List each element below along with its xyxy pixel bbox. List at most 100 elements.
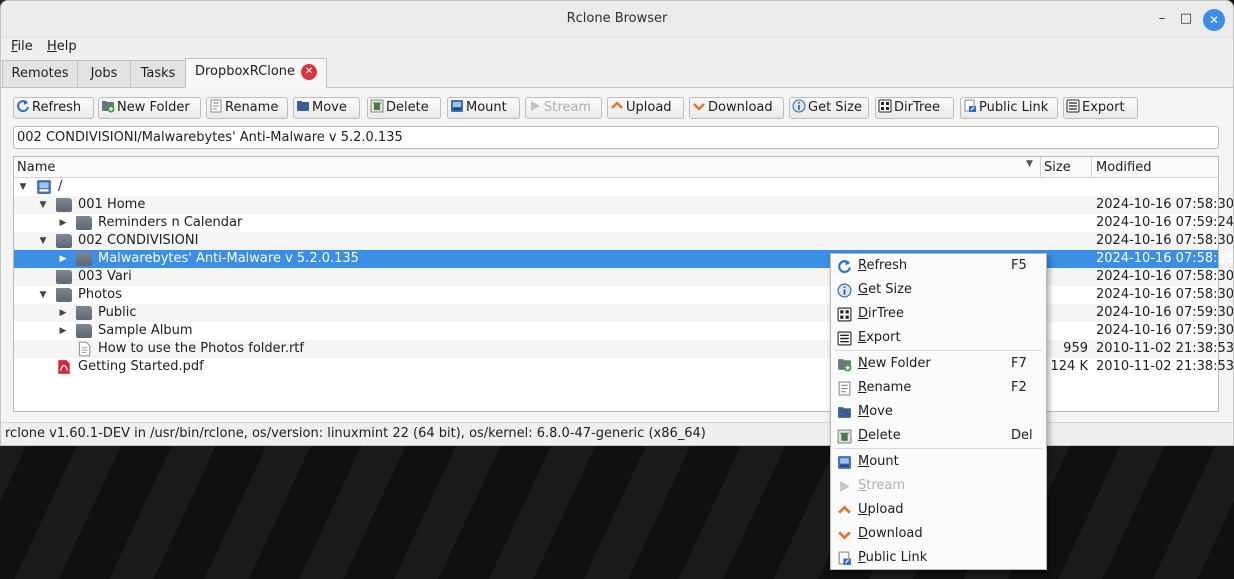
- column-divider: [1040, 157, 1041, 177]
- context-item-export[interactable]: Export: [831, 326, 1046, 350]
- context-item-public-link[interactable]: Public Link: [831, 546, 1046, 570]
- collapse-arrow-icon[interactable]: ▼: [18, 178, 28, 196]
- tab-jobs[interactable]: Jobs: [77, 60, 131, 87]
- delete-button-label: Delete: [386, 100, 429, 115]
- minimize-icon[interactable]: –: [1151, 9, 1173, 31]
- upload-button-label: Upload: [626, 100, 672, 115]
- tab-remotes[interactable]: Remotes: [2, 60, 78, 87]
- folder-icon: [56, 198, 72, 212]
- column-divider: [1091, 157, 1092, 177]
- row-name: 003 Vari: [78, 269, 132, 284]
- collapse-arrow-icon[interactable]: ▼: [38, 286, 48, 304]
- tab-tasks[interactable]: Tasks: [130, 60, 186, 87]
- row-name: Public: [98, 305, 137, 320]
- column-name[interactable]: Name: [17, 160, 55, 175]
- pdf-icon: [56, 359, 72, 374]
- context-item-label: Export: [858, 330, 901, 345]
- context-item-move[interactable]: Move: [831, 400, 1046, 424]
- context-item-label: New Folder: [858, 356, 931, 371]
- tab-dropboxrclone-label: DropboxRClone: [194, 64, 296, 79]
- path-field[interactable]: 002 CONDIVISIONI/Malwarebytes' Anti-Malw…: [13, 126, 1219, 149]
- dirtree-icon: [878, 99, 892, 113]
- rename-button[interactable]: Rename: [206, 97, 288, 119]
- dirtree-button[interactable]: DirTree: [875, 97, 954, 119]
- mount-icon: [837, 455, 852, 470]
- export-button-label: Export: [1082, 100, 1125, 115]
- row-name: 002 CONDIVISIONI: [78, 233, 199, 248]
- collapse-arrow-icon[interactable]: ▼: [38, 232, 48, 250]
- maximize-icon[interactable]: □: [1175, 9, 1197, 31]
- context-item-get-size[interactable]: Get Size: [831, 278, 1046, 302]
- tree-row[interactable]: ▼ 002 CONDIVISIONI 2024-10-16 07:58:30: [14, 232, 1233, 250]
- row-modified: 2024-10-16 07:58:58: [1096, 251, 1234, 266]
- context-item-delete[interactable]: Delete Del: [831, 424, 1046, 448]
- row-name: Sample Album: [98, 323, 193, 338]
- row-modified: 2024-10-16 07:59:30: [1096, 323, 1234, 338]
- context-item-label: Public Link: [858, 550, 928, 565]
- row-modified: 2010-11-02 21:38:53: [1096, 359, 1234, 374]
- upload-button[interactable]: Upload: [607, 97, 684, 119]
- tab-bar: Remotes Jobs Tasks DropboxRClone ✕: [1, 57, 1233, 88]
- folder-icon: [76, 324, 92, 338]
- menu-bar: File Help: [1, 37, 1233, 57]
- row-modified: 2024-10-16 07:58:30: [1096, 233, 1234, 248]
- menu-separator: [835, 350, 1042, 351]
- context-item-mount[interactable]: Mount: [831, 450, 1046, 474]
- title-bar: Rclone Browser – □ ✕: [1, 1, 1233, 38]
- close-tab-icon[interactable]: ✕: [301, 63, 318, 80]
- expand-arrow-icon[interactable]: ▶: [58, 250, 68, 268]
- sort-down-icon[interactable]: ▼: [1026, 159, 1033, 169]
- tree-row[interactable]: ▶ Reminders n Calendar 2024-10-16 07:59:24: [14, 214, 1233, 232]
- context-item-stream[interactable]: Stream: [831, 474, 1046, 498]
- new-folder-icon: [101, 99, 115, 113]
- context-item-dirtree[interactable]: DirTree: [831, 302, 1046, 326]
- rename-icon: [209, 99, 223, 113]
- stream-button[interactable]: Stream: [525, 97, 602, 119]
- context-item-shortcut: F2: [1011, 380, 1027, 395]
- close-window-icon[interactable]: ✕: [1203, 9, 1225, 31]
- new-folder-button[interactable]: New Folder: [98, 97, 201, 119]
- folder-icon: [76, 306, 92, 320]
- stream-icon: [528, 99, 542, 113]
- menu-file[interactable]: File: [11, 39, 33, 54]
- context-item-upload[interactable]: Upload: [831, 498, 1046, 522]
- context-item-download[interactable]: Download: [831, 522, 1046, 546]
- public-link-button[interactable]: Public Link: [960, 97, 1058, 119]
- tab-dropboxrclone[interactable]: DropboxRClone ✕: [185, 58, 327, 88]
- refresh-icon: [16, 99, 30, 113]
- get-size-button[interactable]: Get Size: [789, 97, 869, 119]
- expand-arrow-icon[interactable]: ▶: [58, 322, 68, 340]
- collapse-arrow-icon[interactable]: ▼: [38, 196, 48, 214]
- refresh-button[interactable]: Refresh: [13, 97, 94, 119]
- upload-icon: [837, 503, 852, 518]
- rename-button-label: Rename: [225, 100, 279, 115]
- column-size[interactable]: Size: [1044, 160, 1071, 175]
- tree-header: Name ▼ Size Modified: [14, 157, 1218, 178]
- column-modified[interactable]: Modified: [1096, 160, 1151, 175]
- expand-arrow-icon[interactable]: ▶: [58, 214, 68, 232]
- info-icon: [792, 99, 806, 113]
- file-icon: [76, 341, 92, 357]
- mount-button[interactable]: Mount: [447, 97, 520, 119]
- delete-icon: [837, 429, 852, 444]
- context-menu: Refresh F5 Get Size DirTree Export New Folder…: [830, 253, 1047, 570]
- context-item-label: Get Size: [858, 282, 912, 297]
- folder-icon: [56, 270, 72, 284]
- context-item-label: Upload: [858, 502, 904, 517]
- context-item-refresh[interactable]: Refresh F5: [831, 254, 1046, 278]
- move-button[interactable]: Move: [293, 97, 360, 119]
- context-item-rename[interactable]: Rename F2: [831, 376, 1046, 400]
- delete-button[interactable]: Delete: [367, 97, 441, 119]
- context-item-shortcut: F5: [1011, 258, 1027, 273]
- menu-help[interactable]: Help: [47, 39, 77, 54]
- export-button[interactable]: Export: [1063, 97, 1138, 119]
- context-item-new-folder[interactable]: New Folder F7: [831, 352, 1046, 376]
- tree-row[interactable]: ▼ 001 Home 2024-10-16 07:58:30: [14, 196, 1233, 214]
- row-name: Photos: [78, 287, 122, 302]
- mount-icon: [450, 99, 464, 113]
- expand-arrow-icon[interactable]: ▶: [58, 304, 68, 322]
- download-button[interactable]: Download: [689, 97, 784, 119]
- row-modified: 2024-10-16 07:58:30: [1096, 269, 1234, 284]
- tree-row[interactable]: ▼ /: [14, 178, 1218, 196]
- status-bar: rclone v1.60.1-DEV in /usr/bin/rclone, o…: [1, 422, 1233, 445]
